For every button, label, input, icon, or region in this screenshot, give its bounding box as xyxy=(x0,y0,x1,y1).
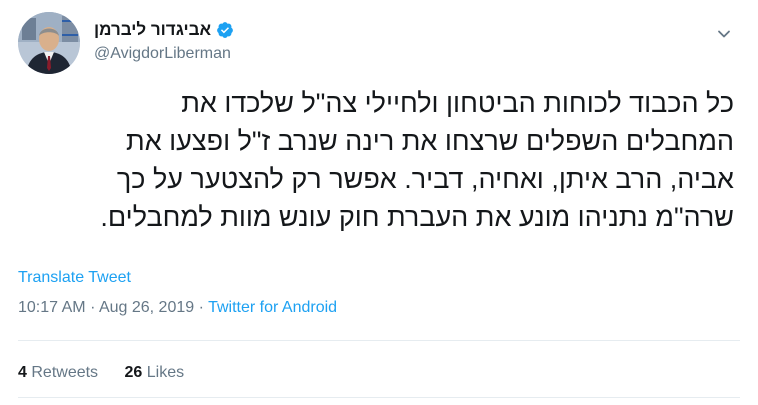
author-handle[interactable]: @AvigdorLiberman xyxy=(94,45,234,63)
meta-separator: · xyxy=(90,299,96,316)
retweets-label: Retweets xyxy=(31,364,99,381)
avatar-image xyxy=(18,12,80,74)
likes-count: 26 xyxy=(124,364,143,381)
tweet-stats: 4 Retweets 26 Likes xyxy=(18,364,184,382)
tweet-time[interactable]: 10:17 AM xyxy=(18,299,86,316)
tweet-meta: 10:17 AM · Aug 26, 2019 · Twitter for An… xyxy=(18,299,337,317)
retweets-stat[interactable]: 4 Retweets xyxy=(18,364,98,382)
display-name[interactable]: אביגדור ליברמן xyxy=(94,20,211,40)
tweet-header: אביגדור ליברמן @AvigdorLiberman xyxy=(18,12,740,74)
tweet-source-link[interactable]: Twitter for Android xyxy=(208,299,337,316)
tweet-date[interactable]: Aug 26, 2019 xyxy=(99,299,194,316)
retweets-count: 4 xyxy=(18,364,27,381)
tweet-text-line: המחבלים השפלים שרצחו את רינה שנרב ז"ל ופ… xyxy=(126,126,734,156)
translate-tweet-link[interactable]: Translate Tweet xyxy=(18,269,131,287)
avatar[interactable] xyxy=(18,12,80,74)
divider xyxy=(18,397,740,398)
meta-separator: · xyxy=(198,299,204,316)
display-name-row: אביגדור ליברמן xyxy=(94,18,234,42)
tweet-text: כל הכבוד לכוחות הביטחון ולחיילי צה"ל שלכ… xyxy=(18,84,734,236)
tweet-text-line: כל הכבוד לכוחות הביטחון ולחיילי צה"ל שלכ… xyxy=(181,88,734,118)
likes-label: Likes xyxy=(146,364,185,381)
verified-badge-icon xyxy=(216,21,234,39)
tweet-text-line: אביה, הרב איתן, ואחיה, דביר. אפשר רק להצ… xyxy=(116,164,734,194)
chevron-down-icon[interactable] xyxy=(716,26,732,42)
divider xyxy=(18,340,740,341)
tweet-card: אביגדור ליברמן @AvigdorLiberman כל הכבוד… xyxy=(0,0,758,405)
tweet-text-line: שרה"מ נתניהו מונע את העברת חוק עונש מוות… xyxy=(100,202,734,232)
author-names: אביגדור ליברמן @AvigdorLiberman xyxy=(94,18,234,74)
likes-stat[interactable]: 26 Likes xyxy=(125,364,185,382)
